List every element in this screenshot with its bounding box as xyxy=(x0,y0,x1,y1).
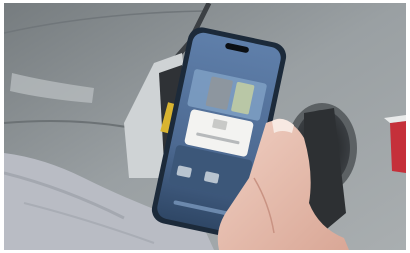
tail-light xyxy=(390,121,406,173)
photo-scene xyxy=(4,3,406,250)
photo-frame xyxy=(4,3,406,250)
